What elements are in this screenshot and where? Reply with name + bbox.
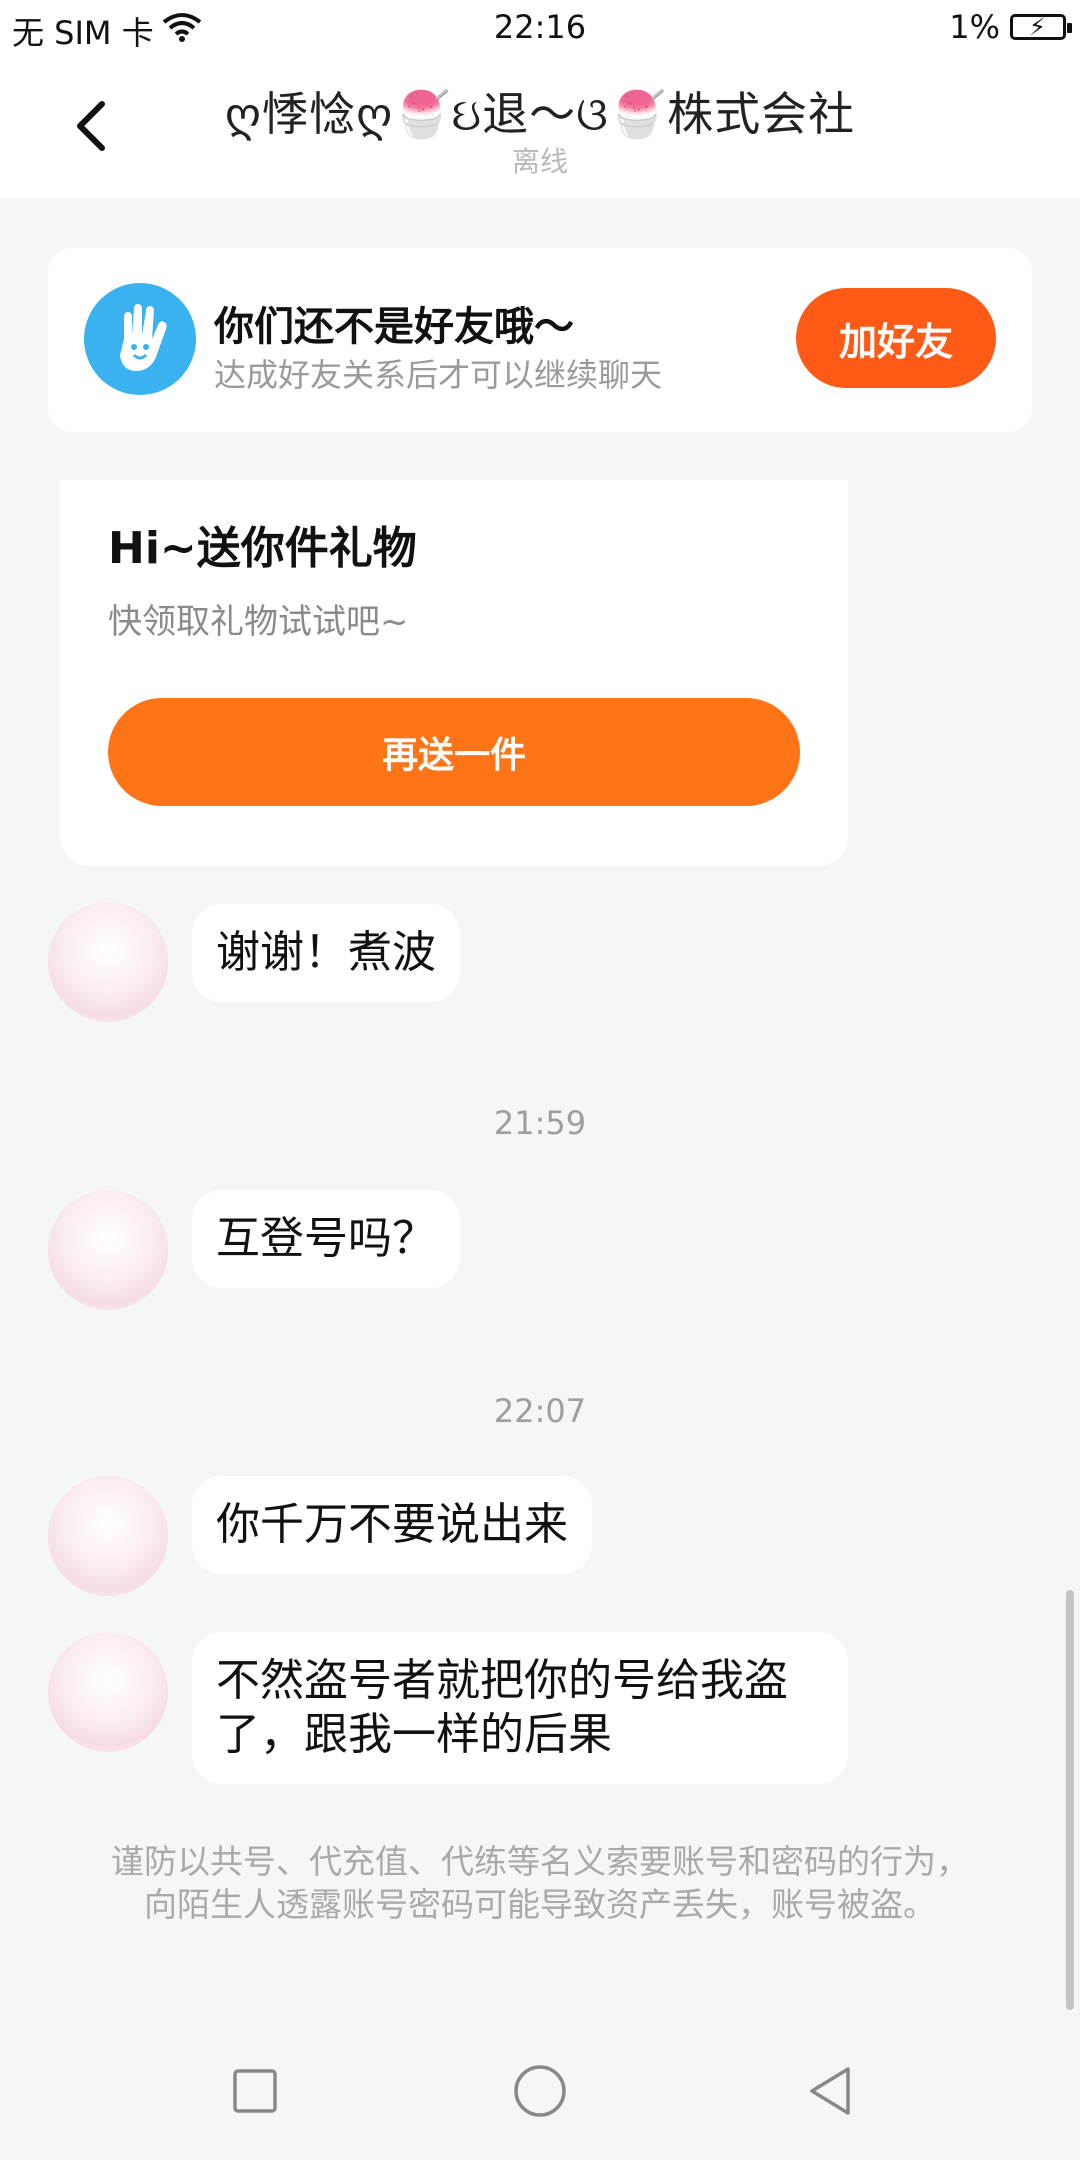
contact-name: ღ悸惗ღ🍧ઇ退～ଓ🍧株式会社	[224, 87, 856, 141]
not-friend-card: 你们还不是好友哦～ 达成好友关系后才可以继续聊天 加好友	[48, 248, 1032, 432]
avatar[interactable]	[48, 902, 168, 1022]
nav-home-icon[interactable]	[505, 2056, 575, 2126]
security-notice: 谨防以共号、代充值、代练等名义索要账号和密码的行为，向陌生人透露账号密码可能导致…	[111, 1842, 969, 1924]
message-bubble: 谢谢！煮波	[192, 904, 460, 1002]
message-timestamp: 21:59	[493, 1104, 587, 1142]
nav-back-icon[interactable]	[795, 2056, 865, 2126]
message-bubble: 不然盗号者就把你的号给我盗了，跟我一样的后果	[192, 1632, 848, 1784]
status-bar: 无 SIM 卡 22:16 1% ⚡	[0, 0, 1080, 56]
contact-status: 离线	[511, 145, 568, 178]
gift-card: Hi~送你件礼物 快领取礼物试试吧~ 再送一件	[60, 480, 848, 866]
nav-square-icon[interactable]	[220, 2056, 290, 2126]
avatar[interactable]	[48, 1476, 168, 1596]
not-friend-title: 你们还不是好友哦～	[214, 304, 574, 350]
chat-header: ღ悸惗ღ🍧ઇ退～ଓ🍧株式会社 离线	[0, 56, 1080, 198]
clock: 22:16	[493, 8, 587, 46]
scrollbar[interactable]	[1066, 1590, 1074, 2010]
battery-icon: ⚡	[1010, 13, 1072, 41]
chat-screen: 无 SIM 卡 22:16 1% ⚡ ღ悸惗ღ🍧ઇ退～ଓ🍧株式会社 离线 你们还…	[0, 0, 1080, 2160]
gift-subtitle: 快领取礼物试试吧~	[108, 602, 409, 642]
gift-title: Hi~送你件礼物	[108, 523, 417, 574]
system-nav-bar	[0, 2016, 1080, 2160]
battery-percent: 1%	[949, 8, 1000, 46]
avatar[interactable]	[48, 1632, 168, 1752]
message-timestamp: 22:07	[493, 1392, 587, 1430]
not-friend-subtitle: 达成好友关系后才可以继续聊天	[214, 356, 663, 394]
hand-wave-icon	[84, 283, 196, 395]
message-bubble: 你千万不要说出来	[192, 1476, 592, 1574]
status-right: 1% ⚡	[949, 8, 1072, 46]
send-gift-again-button[interactable]: 再送一件	[108, 698, 800, 806]
avatar[interactable]	[48, 1190, 168, 1310]
add-friend-button[interactable]: 加好友	[796, 288, 996, 388]
message-bubble: 互登号吗？	[192, 1190, 460, 1288]
